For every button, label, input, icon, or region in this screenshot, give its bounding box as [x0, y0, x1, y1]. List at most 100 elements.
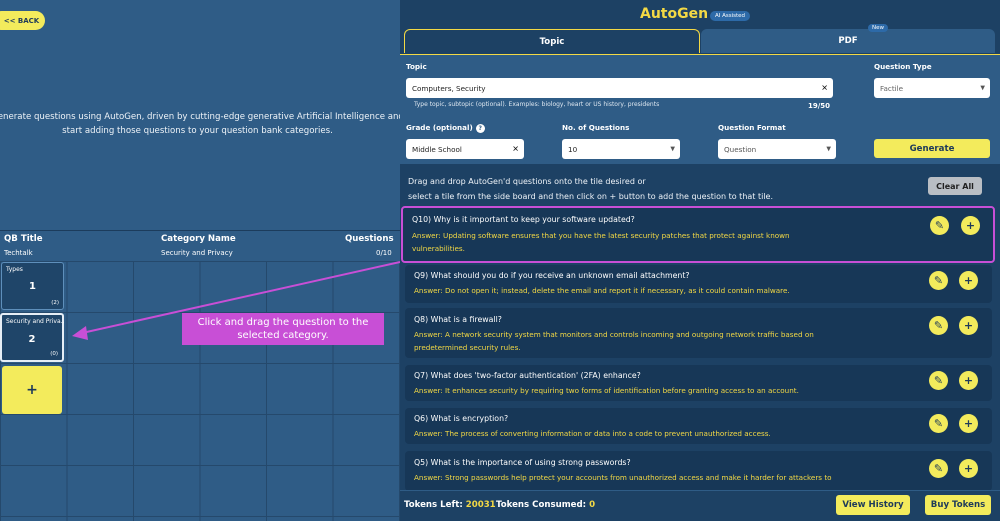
- plus-icon[interactable]: +: [959, 271, 978, 290]
- answer-text: Answer: Updating software ensures that y…: [412, 229, 912, 255]
- question-text: Q9) What should you do if you receive an…: [414, 271, 690, 280]
- close-icon[interactable]: ✕: [821, 84, 828, 93]
- tab-pdf[interactable]: PDF: [701, 29, 995, 53]
- plus-icon[interactable]: +: [959, 371, 978, 390]
- tile-count: (2): [51, 300, 59, 306]
- answer-text: Answer: It enhances security by requirin…: [414, 386, 799, 395]
- grade-label: Grade (optional)?: [406, 123, 485, 133]
- close-icon[interactable]: ✕: [512, 145, 519, 154]
- tile-number: 2: [28, 334, 36, 345]
- clear-all-button[interactable]: Clear All: [928, 177, 982, 195]
- divider: [0, 230, 400, 231]
- generate-button[interactable]: Generate: [874, 139, 990, 158]
- plus-icon[interactable]: +: [959, 414, 978, 433]
- edit-icon[interactable]: ✎: [930, 216, 949, 235]
- view-history-button[interactable]: View History: [836, 495, 910, 515]
- tile-number: 1: [29, 281, 36, 292]
- tile-count: (0): [50, 351, 58, 357]
- topic-char-count: 19/50: [808, 102, 831, 110]
- question-card[interactable]: Q7) What does 'two-factor authentication…: [405, 365, 992, 401]
- tokens-consumed: Tokens Consumed: 0: [496, 500, 595, 510]
- category-name-value: Security and Privacy: [161, 249, 233, 257]
- plus-icon[interactable]: +: [959, 459, 978, 478]
- category-name-header: Category Name: [161, 234, 236, 244]
- edit-icon[interactable]: ✎: [929, 316, 948, 335]
- topic-input[interactable]: Computers, Security ✕: [406, 78, 833, 98]
- tokens-left-label: Tokens Left:: [404, 500, 463, 510]
- intro-text: Generate questions using AutoGen, driven…: [0, 110, 405, 138]
- question-type-label: Question Type: [874, 62, 932, 71]
- num-questions-value: 10: [568, 144, 578, 154]
- chevron-down-icon: ▼: [670, 145, 675, 153]
- tile-title: Types: [6, 266, 23, 273]
- question-text: Q7) What does 'two-factor authentication…: [414, 371, 641, 380]
- tab-topic[interactable]: Topic: [404, 29, 700, 53]
- question-card[interactable]: Q10) Why is it important to keep your so…: [401, 206, 995, 263]
- question-card[interactable]: Q8) What is a firewall? Answer: A networ…: [405, 308, 992, 358]
- questions-value: 0/10: [376, 249, 392, 257]
- tokens-consumed-value: 0: [589, 500, 596, 510]
- intro-line-1: Generate questions using AutoGen, driven…: [0, 112, 404, 122]
- plus-icon[interactable]: +: [959, 316, 978, 335]
- questions-header: Questions: [345, 234, 394, 244]
- answer-line: Answer: A network security system that m…: [414, 330, 814, 339]
- tile-title: Security and Priva...: [6, 318, 64, 325]
- question-type-value: Factile: [880, 83, 904, 93]
- question-text: Q5) What is the importance of using stro…: [414, 458, 631, 467]
- token-footer: Tokens Left: 20031 Tokens Consumed: 0 Vi…: [400, 490, 1000, 521]
- left-panel: << BACK Generate questions using AutoGen…: [0, 0, 404, 521]
- num-questions-label: No. of Questions: [562, 123, 630, 132]
- add-category-button[interactable]: +: [2, 366, 62, 414]
- category-tile-2[interactable]: Security and Priva... 2 (0): [0, 313, 64, 362]
- question-format-select[interactable]: Question ▼: [718, 139, 836, 159]
- instructions-line-1: Drag and drop AutoGen'd questions onto t…: [408, 177, 646, 186]
- answer-text: Answer: A network security system that m…: [414, 328, 914, 354]
- ai-assisted-badge: AI Assisted: [710, 11, 751, 21]
- grade-input[interactable]: Middle School ✕: [406, 139, 524, 159]
- instructions-line-2: select a tile from the side board and th…: [408, 192, 774, 201]
- question-type-select[interactable]: Factile ▼: [874, 78, 990, 98]
- tokens-left: Tokens Left: 20031: [404, 500, 496, 510]
- autogen-panel: AutoGen AI Assisted Topic PDF New Topic …: [400, 0, 1000, 521]
- question-format-label: Question Format: [718, 123, 786, 132]
- edit-icon[interactable]: ✎: [929, 371, 948, 390]
- back-button[interactable]: << BACK: [0, 11, 45, 30]
- edit-icon[interactable]: ✎: [929, 414, 948, 433]
- question-card[interactable]: Q5) What is the importance of using stro…: [405, 451, 992, 491]
- num-questions-select[interactable]: 10 ▼: [562, 139, 680, 159]
- category-tile-1[interactable]: Types 1 (2): [1, 262, 64, 310]
- question-text: Q8) What is a firewall?: [414, 315, 502, 324]
- edit-icon[interactable]: ✎: [929, 271, 948, 290]
- intro-line-2: start adding those questions to your que…: [62, 126, 333, 136]
- app-title: AutoGen: [640, 6, 709, 22]
- topic-label: Topic: [406, 62, 427, 71]
- answer-text: Answer: The process of converting inform…: [414, 429, 771, 438]
- plus-icon[interactable]: +: [961, 216, 980, 235]
- question-card[interactable]: Q6) What is encryption? Answer: The proc…: [405, 408, 992, 444]
- question-format-value: Question: [724, 144, 757, 154]
- qb-title-value: Techtalk: [4, 249, 33, 257]
- tokens-consumed-label: Tokens Consumed:: [496, 500, 587, 510]
- drag-hint-callout: Click and drag the question to the selec…: [182, 313, 384, 345]
- instructions: Drag and drop AutoGen'd questions onto t…: [408, 174, 773, 204]
- topic-input-value: Computers, Security: [412, 83, 486, 93]
- grade-input-value: Middle School: [412, 144, 462, 154]
- edit-icon[interactable]: ✎: [929, 459, 948, 478]
- qb-title-header: QB Title: [4, 234, 43, 244]
- new-badge: New: [868, 24, 888, 32]
- chevron-down-icon: ▼: [826, 145, 831, 153]
- answer-text: Answer: Strong passwords help protect yo…: [414, 473, 832, 482]
- chevron-down-icon: ▼: [980, 84, 985, 92]
- buy-tokens-button[interactable]: Buy Tokens: [925, 495, 991, 515]
- question-text: Q6) What is encryption?: [414, 414, 509, 423]
- answer-text: Answer: Do not open it; instead, delete …: [414, 286, 790, 295]
- answer-line: predetermined security rules.: [414, 343, 521, 352]
- tokens-left-value: 20031: [465, 500, 496, 510]
- answer-line: Answer: Updating software ensures that y…: [412, 231, 790, 240]
- answer-line: vulnerabilities.: [412, 244, 465, 253]
- question-card[interactable]: Q9) What should you do if you receive an…: [405, 265, 992, 303]
- help-icon[interactable]: ?: [475, 123, 485, 133]
- topic-hint: Type topic, subtopic (optional). Example…: [414, 101, 660, 108]
- grade-label-text: Grade (optional): [406, 123, 473, 132]
- question-text: Q10) Why is it important to keep your so…: [412, 215, 635, 224]
